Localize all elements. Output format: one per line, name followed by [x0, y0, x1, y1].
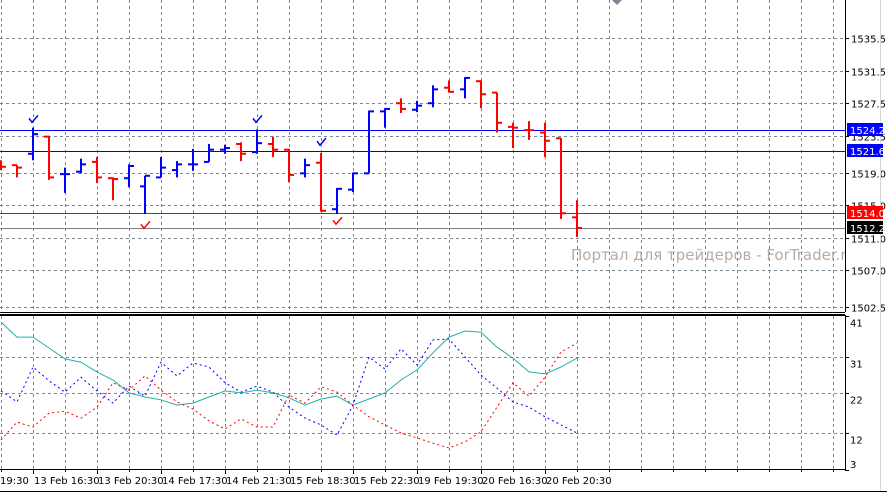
ohlc-bar [156, 157, 166, 179]
ohlc-bar [316, 152, 326, 212]
ohlc-bar [12, 164, 22, 178]
watermark: Портал для трейдеров - ForTrader.ru [571, 246, 845, 264]
ohlc-bar [28, 127, 38, 161]
indicator-axis-label: 22 [850, 396, 863, 407]
ohlc-bar [140, 174, 150, 215]
ohlc-bar [108, 177, 118, 201]
time-axis-label: 14 Feb 17:30 [162, 476, 228, 487]
price-level-label: 1521.6 [850, 147, 885, 158]
time-axis-label: 15 Feb 22:30 [354, 476, 420, 487]
ohlc-bar [476, 80, 486, 109]
ohlc-bar [220, 144, 230, 154]
time-axis-label: 15 Feb 18:30 [290, 476, 356, 487]
ohlc-bar [268, 136, 278, 158]
ohlc-bar [444, 80, 454, 93]
ohlc-bar [252, 129, 262, 154]
ohlc-bar [92, 157, 102, 184]
indicator-axis-label: 3 [850, 460, 856, 471]
ohlc-bar [204, 143, 214, 163]
ohlc-bar [412, 100, 422, 113]
price-level-label: 1514.0 [850, 209, 885, 220]
ohlc-bar [284, 148, 294, 183]
time-axis-label: 20 Feb 20:30 [546, 476, 612, 487]
ohlc-bar [396, 98, 406, 113]
ohlc-bar [428, 85, 438, 108]
ohlc-bar [44, 135, 54, 180]
ohlc-bar [0, 160, 6, 171]
time-axis-label: 19:30 [0, 476, 29, 487]
ohlc-bar [460, 76, 470, 99]
time-axis-label: 13 Feb 20:30 [98, 476, 164, 487]
ohlc-bar [380, 107, 390, 128]
time-axis-label: 19 Feb 19:30 [418, 476, 484, 487]
sell-signal-check-icon [140, 220, 151, 230]
indicator-axis-label: 31 [850, 360, 863, 371]
ohlc-bar [508, 122, 518, 149]
ohlc-bar [188, 148, 198, 171]
indicator-axis-label: 12 [850, 436, 863, 447]
ohlc-bar [124, 164, 134, 188]
time-axis-label: 14 Feb 21:30 [226, 476, 292, 487]
ohlc-bar [332, 187, 342, 215]
ohlc-bar [348, 172, 358, 193]
time-axis-label: 13 Feb 16:30 [34, 476, 100, 487]
price-level-label: 1512.2 [850, 224, 885, 235]
ohlc-bar [572, 200, 582, 237]
sell-signal-check-icon [332, 216, 343, 226]
ohlc-bar [300, 158, 310, 178]
time-axis-label: 20 Feb 16:30 [482, 476, 548, 487]
trading-chart[interactable]: 1535.51531.51527.51523.51519.01515.01511… [0, 0, 887, 492]
ohlc-bar [76, 158, 86, 174]
ohlc-bar [524, 121, 534, 140]
ohlc-bar [556, 137, 566, 219]
price-level-label: 1524.2 [850, 126, 885, 137]
chart-shift-marker-icon [612, 0, 622, 5]
indicator-pane-border [0, 315, 846, 470]
ohlc-bar [60, 167, 70, 193]
ohlc-bar [172, 161, 182, 178]
ohlc-bar [364, 110, 374, 175]
ohlc-bar [492, 91, 502, 133]
indicator-axis-label: 41 [850, 319, 863, 330]
